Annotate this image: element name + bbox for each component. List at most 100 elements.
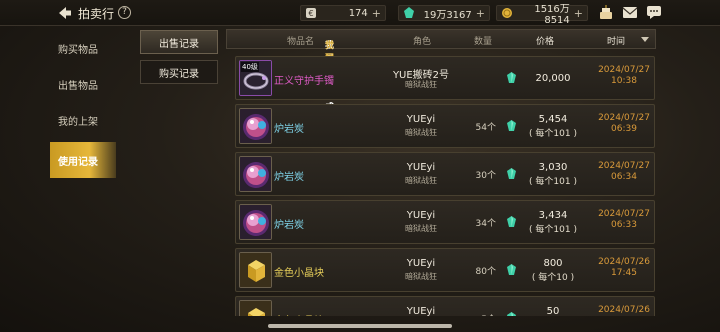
gem-icon (507, 312, 516, 316)
item-thumbnail[interactable]: 40级 (239, 60, 272, 96)
price-per-unit: ( 每个101 ) (529, 225, 577, 235)
timestamp: 2024/07/26 17:45 (592, 257, 655, 279)
gem-icon (404, 7, 414, 18)
column-time-sort[interactable]: 时间 (607, 34, 625, 47)
currency-gold: 1516万8514 + (496, 4, 588, 26)
sidebar-item-usage-records[interactable]: 使用记录 (50, 142, 116, 178)
timestamp-date: 2024/07/26 (598, 305, 650, 315)
item-level-tag: 40级 (241, 62, 259, 72)
timestamp-time: 17:45 (611, 268, 637, 278)
item-thumbnail[interactable] (239, 252, 272, 288)
seller-role: 暗狱战狂 (405, 272, 437, 281)
currency-gem-value: 19万3167 (423, 9, 472, 21)
timestamp: 2024/07/27 06:34 (592, 161, 655, 183)
record-list[interactable]: 40级 正义守护手镯 YUE搬砖2号 暗狱战狂 20,000 2024/07/27 10:3… (235, 56, 655, 316)
timestamp: 2024/07/27 06:33 (592, 209, 655, 231)
gem-icon (507, 216, 516, 227)
page-title: 拍卖行 (78, 7, 115, 21)
item-thumbnail[interactable] (239, 108, 272, 144)
seller-name: YUEyi (406, 210, 436, 221)
sidebar-item-sell[interactable]: 出售物品 (50, 66, 116, 102)
sidebar-item-buy[interactable]: 购买物品 (50, 30, 116, 66)
price-total: 50 (546, 306, 560, 316)
add-coupon-button[interactable]: + (372, 7, 381, 20)
add-gem-button[interactable]: + (476, 7, 485, 20)
quantity: 34个 (475, 219, 496, 229)
timestamp-date: 2024/07/26 (598, 257, 650, 267)
gem-icon (507, 264, 516, 275)
currency-gold-value: 1516万8514 (534, 4, 570, 26)
seller-name: YUEyi (406, 114, 436, 125)
timestamp-time: 10:38 (611, 76, 637, 86)
item-thumbnail[interactable] (239, 300, 272, 316)
chat-icon[interactable] (646, 5, 662, 20)
price-per-unit: ( 每个10 ) (531, 273, 575, 283)
quantity: 54个 (475, 123, 496, 133)
item-name: 金色小晶块 (274, 268, 324, 279)
price-total: 3,434 (538, 210, 568, 221)
help-icon[interactable]: ? (118, 6, 131, 19)
table-row[interactable]: 金色小晶块 YUEyi 暗狱战狂 80个 800 ( 每个10 ) 2024/07/26 17… (235, 248, 655, 292)
quantity: 5个 (462, 312, 496, 316)
item-thumbnail[interactable] (239, 204, 272, 240)
price-total: 800 (543, 258, 563, 269)
quantity: 30个 (475, 171, 496, 181)
sidebar-item-label: 出售物品 (58, 80, 98, 92)
table-row[interactable]: 炉岩炭 YUEyi 暗狱战狂 34个 3,434 ( 每个101 ) 2024/07/27 0… (235, 200, 655, 244)
timestamp-date: 2024/07/27 (598, 113, 650, 123)
add-gold-button[interactable]: + (574, 7, 583, 20)
table-row[interactable]: 40级 正义守护手镯 YUE搬砖2号 暗狱战狂 20,000 2024/07/27 10:3… (235, 56, 655, 100)
table-header: 物品名 我是王兴04成功觉醒 角色 数量 价格 时间 (226, 29, 656, 126)
price-total: 5,454 (538, 114, 568, 125)
timestamp-date: 2024/07/27 (598, 161, 650, 171)
gem-icon (507, 168, 516, 179)
timestamp-time: 06:39 (611, 124, 637, 134)
seller-role: 暗狱战狂 (405, 80, 437, 89)
top-bar: 拍卖行 ? € 174 + 19万3167 + 1516万8514 + (0, 0, 720, 26)
price-total: 20,000 (535, 73, 571, 84)
item-name: 炉岩炭 (274, 124, 304, 135)
sidebar: 购买物品 出售物品 我的上架 使用记录 (50, 30, 116, 178)
column-role: 角色 (413, 37, 432, 47)
table-row[interactable]: 金色小晶块YUEyi5个50( 每个10 )2024/07/26 (235, 296, 655, 316)
home-indicator (268, 324, 452, 328)
item-name: 金色小晶块 (274, 312, 324, 316)
coupon-icon: € (306, 8, 316, 18)
seller-role: 暗狱战狂 (405, 224, 437, 233)
tab-buy-records[interactable]: 购买记录 (140, 60, 218, 84)
item-name: 正义守护手镯 (274, 76, 334, 87)
seller-name: YUEyi (406, 162, 436, 173)
sidebar-item-label: 我的上架 (58, 116, 98, 128)
item-name: 炉岩炭 (274, 220, 304, 231)
quantity: 80个 (475, 267, 496, 277)
timestamp-time: 06:33 (611, 220, 637, 230)
back-arrow-icon[interactable] (58, 6, 72, 20)
sidebar-item-label: 使用记录 (58, 156, 98, 168)
item-name: 炉岩炭 (274, 172, 304, 183)
seller-role: 暗狱战狂 (405, 128, 437, 137)
seller-name: YUEyi (406, 306, 436, 316)
gem-icon (507, 120, 516, 131)
tab-sell-records[interactable]: 出售记录 (140, 30, 218, 54)
timestamp-date: 2024/07/27 (598, 209, 650, 219)
currency-gem: 19万3167 + (398, 4, 490, 22)
seller-role: 暗狱战狂 (405, 176, 437, 185)
timestamp: 2024/07/27 10:38 (592, 65, 655, 87)
table-row[interactable]: 炉岩炭 YUEyi 暗狱战狂 30个 3,030 ( 每个101 ) 2024/07/27 0… (235, 152, 655, 196)
price-per-unit: ( 每个101 ) (529, 177, 577, 187)
mail-icon[interactable] (622, 5, 638, 20)
gem-icon (507, 72, 516, 83)
cake-icon[interactable] (598, 5, 614, 20)
seller-name: YUEyi (406, 258, 436, 269)
tab-label: 购买记录 (159, 68, 199, 80)
timestamp: 2024/07/27 06:39 (592, 113, 655, 135)
item-thumbnail[interactable] (239, 156, 272, 192)
timestamp: 2024/07/26 (592, 305, 655, 316)
sidebar-item-my-listings[interactable]: 我的上架 (50, 102, 116, 138)
sort-down-icon[interactable] (641, 37, 649, 42)
column-item-name: 物品名 (287, 37, 315, 47)
price-per-unit: ( 每个101 ) (529, 129, 577, 139)
table-row[interactable]: 炉岩炭 YUEyi 暗狱战狂 54个 5,454 ( 每个101 ) 2024/07/27 0… (235, 104, 655, 148)
currency-coupon-value: 174 (348, 7, 368, 19)
gold-coin-icon (502, 8, 512, 18)
